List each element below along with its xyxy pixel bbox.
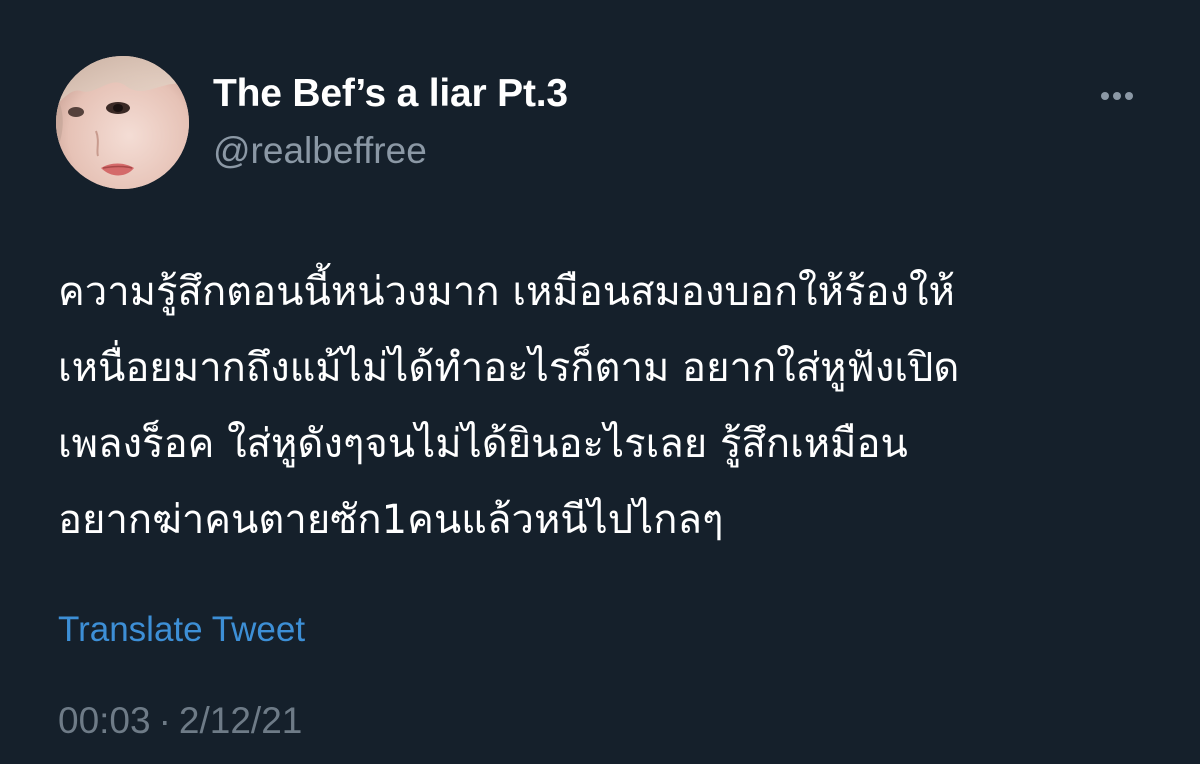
tweet-card: The Bef’s a liar Pt.3 @realbeffree ความร… <box>0 0 1200 764</box>
tweet-text-line: เหนื่อยมากถึงแม้ไม่ได้ทำอะไรก็ตาม อยากใส… <box>58 345 960 391</box>
tweet-text-line: เพลงร็อค ใส่หูดังๆจนไม่ได้ยินอะไรเลย รู้… <box>58 421 908 467</box>
avatar[interactable] <box>56 56 189 189</box>
tweet-text-line: ความรู้สึกตอนนี้หน่วงมาก เหมือนสมองบอกให… <box>58 269 955 315</box>
tweet-text-line: อยากฆ่าคนตายซัก1คนแล้วหนีไปไกลๆ <box>58 497 724 543</box>
tweet-date: 2/12/21 <box>178 700 303 741</box>
avatar-photo <box>56 56 189 189</box>
display-name[interactable]: The Bef’s a liar Pt.3 <box>213 72 568 116</box>
more-options-button[interactable] <box>1088 80 1146 112</box>
tweet-timestamp[interactable]: 00:03 · 2/12/21 <box>58 700 302 742</box>
tweet-time: 00:03 <box>58 700 151 741</box>
timestamp-separator: · <box>158 700 171 741</box>
tweet-text: ความรู้สึกตอนนี้หน่วงมาก เหมือนสมองบอกให… <box>58 254 1158 558</box>
translate-tweet-link[interactable]: Translate Tweet <box>58 610 305 650</box>
more-horizontal-icon <box>1101 92 1133 100</box>
user-handle[interactable]: @realbeffree <box>213 130 427 172</box>
